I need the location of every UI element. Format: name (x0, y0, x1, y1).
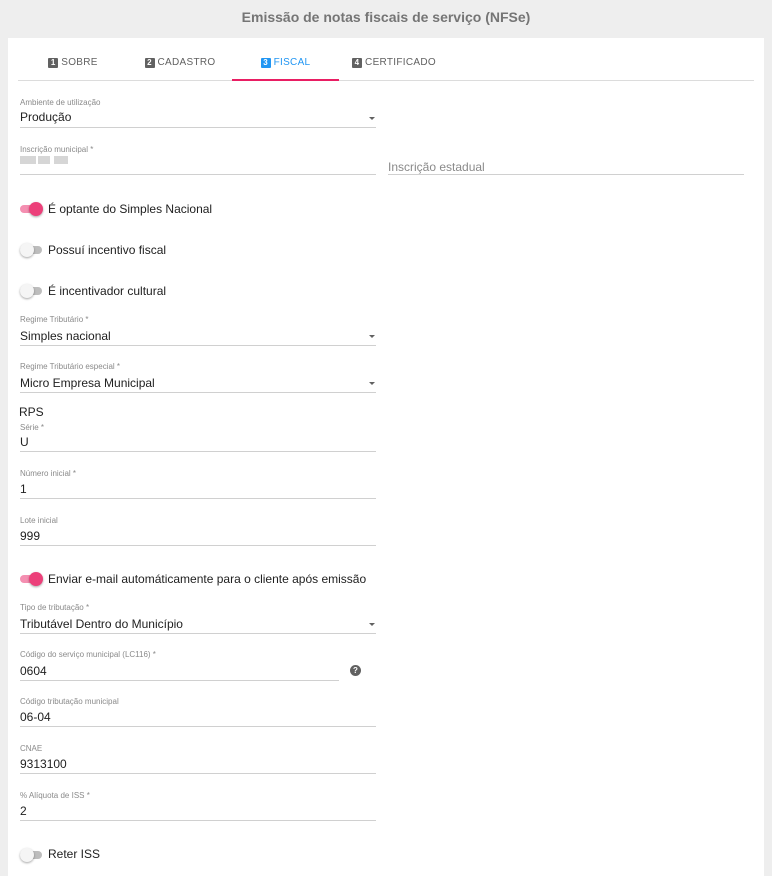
regime-especial-select[interactable]: Regime Tributário especial * Micro Empre… (20, 362, 376, 393)
tab-label: FISCAL (273, 57, 311, 68)
field-label: Regime Tributário especial * (20, 362, 121, 371)
field-value: 1 (20, 482, 27, 496)
simples-nacional-toggle[interactable] (20, 201, 44, 217)
field-label: Lote inicial (20, 516, 58, 525)
toggle-label: É incentivador cultural (48, 284, 167, 298)
field-underline (20, 633, 376, 634)
codigo-servico-field[interactable]: Código do serviço municipal (LC116) * 06… (20, 650, 339, 681)
field-label: Código do serviço municipal (LC116) * (20, 650, 156, 659)
toggle-label: Possuí incentivo fiscal (48, 243, 167, 257)
aliquota-iss-field[interactable]: % Alíquota de ISS * 2 (20, 791, 376, 821)
codigo-tributacao-field[interactable]: Código tributação municipal 06-04 (20, 697, 376, 727)
incentivador-cultural-toggle[interactable] (20, 283, 44, 299)
ambiente-select[interactable]: Ambiente de utilização Produção (20, 98, 376, 128)
field-underline (20, 820, 376, 821)
inscricao-municipal-field[interactable]: Inscrição municipal * (20, 145, 376, 175)
incentivo-fiscal-toggle[interactable] (20, 242, 44, 258)
field-label: Número inicial * (20, 469, 77, 478)
field-label: Inscrição municipal * (20, 145, 94, 154)
field-label: % Alíquota de ISS * (20, 791, 90, 800)
wizard-tabs: 1 SOBRE 2 CADASTRO 3 FISCAL 4 CERTIFICAD… (18, 45, 754, 81)
tab-label: CADASTRO (157, 57, 216, 68)
field-value: Micro Empresa Municipal (20, 376, 155, 390)
field-value: 0604 (20, 664, 47, 678)
enviar-email-toggle[interactable] (20, 571, 44, 587)
step-number-icon: 2 (144, 57, 155, 68)
field-label: CNAE (20, 744, 43, 753)
tipo-tributacao-select[interactable]: Tipo de tributação * Tributável Dentro d… (20, 603, 376, 634)
field-underline (20, 392, 376, 393)
field-value: 999 (20, 529, 41, 543)
toggle-label: Reter ISS (48, 847, 101, 861)
tab-fiscal[interactable]: 3 FISCAL (232, 45, 339, 81)
numero-inicial-field[interactable]: Número inicial * 1 (20, 469, 376, 499)
field-label: Regime Tributário * (20, 315, 89, 324)
field-underline (20, 451, 376, 452)
field-underline (388, 174, 744, 175)
field-value: Simples nacional (20, 329, 111, 343)
field-label: Tipo de tributação * (20, 603, 90, 612)
toggle-label: É optante do Simples Nacional (48, 202, 213, 216)
serie-field[interactable]: Série * U (20, 423, 376, 452)
step-number-icon: 1 (48, 57, 59, 68)
rps-section-title: RPS (19, 405, 44, 419)
regime-tributario-select[interactable]: Regime Tributário * Simples nacional (20, 315, 376, 346)
chevron-down-icon (369, 335, 375, 338)
field-underline (20, 498, 376, 499)
redacted-value (20, 154, 68, 165)
tab-label: CERTIFICADO (365, 57, 436, 68)
field-underline (20, 174, 376, 175)
tab-sobre[interactable]: 1 SOBRE (18, 45, 128, 80)
field-label: Código tributação municipal (20, 697, 119, 706)
field-value: 06-04 (20, 710, 51, 724)
step-number-icon: 4 (352, 57, 363, 68)
field-underline (20, 726, 376, 727)
reter-iss-toggle[interactable] (20, 847, 44, 863)
field-underline (20, 680, 339, 681)
lote-inicial-field[interactable]: Lote inicial 999 (20, 516, 376, 546)
field-value: U (20, 435, 29, 449)
chevron-down-icon (369, 117, 375, 120)
field-value: 2 (20, 804, 27, 818)
field-underline (20, 345, 376, 346)
chevron-down-icon (369, 623, 375, 626)
field-value: 9313100 (20, 757, 67, 771)
field-placeholder: Inscrição estadual (388, 160, 485, 174)
field-underline (20, 127, 376, 128)
cnae-field[interactable]: CNAE 9313100 (20, 744, 376, 774)
help-circle-icon[interactable]: ? (350, 665, 361, 676)
tab-cadastro[interactable]: 2 CADASTRO (125, 45, 235, 80)
inscricao-estadual-field[interactable]: Inscrição estadual (388, 145, 744, 175)
step-number-icon: 3 (260, 57, 271, 68)
field-label: Série * (20, 423, 45, 432)
page-title: Emissão de notas fiscais de serviço (NFS… (241, 9, 531, 25)
field-value: Tributável Dentro do Município (20, 617, 183, 631)
field-label: Ambiente de utilização (20, 98, 101, 107)
tab-label: SOBRE (61, 57, 98, 68)
tab-certificado[interactable]: 4 CERTIFICADO (339, 45, 449, 80)
field-value: Produção (20, 110, 72, 124)
field-underline (20, 773, 376, 774)
chevron-down-icon (369, 382, 375, 385)
toggle-label: Enviar e-mail automáticamente para o cli… (48, 572, 367, 586)
field-underline (20, 545, 376, 546)
